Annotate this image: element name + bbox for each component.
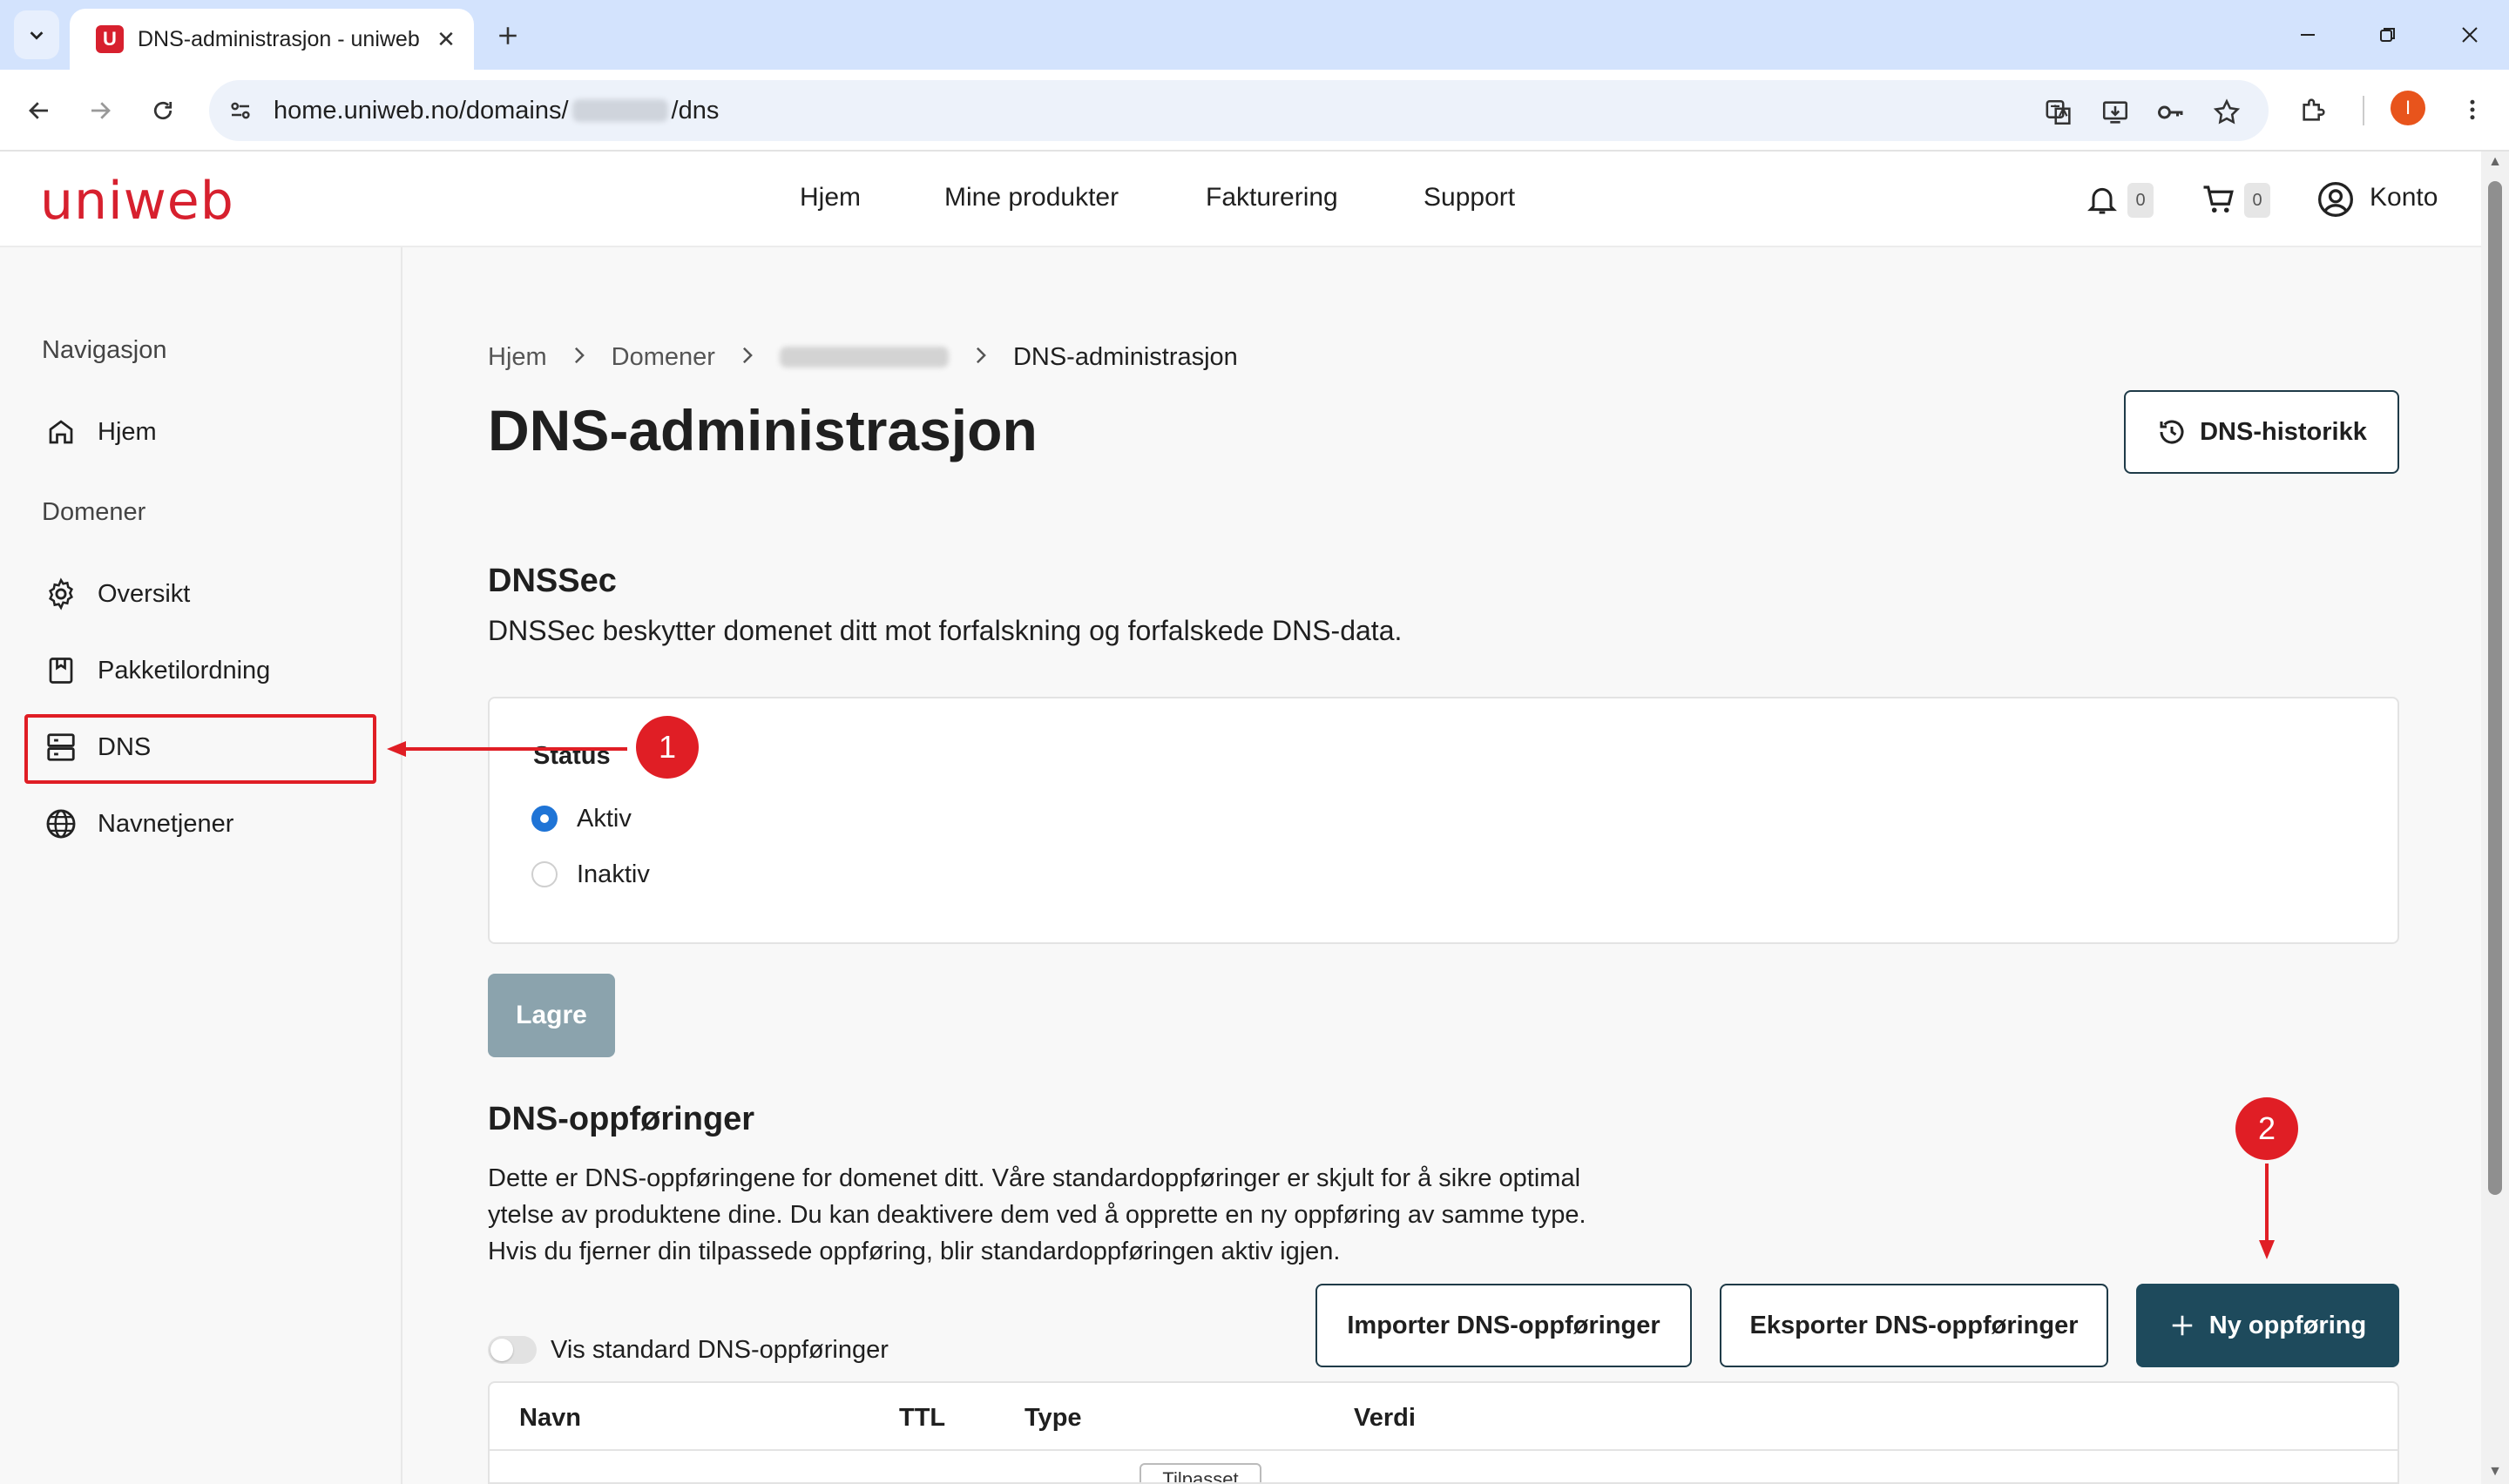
annotation-arrow-1-head <box>387 741 406 757</box>
annotation-marker-2: 2 <box>2235 1097 2298 1160</box>
annotation-arrows <box>387 741 2275 1259</box>
annotation-marker-1: 1 <box>636 716 699 779</box>
annotation-arrow-2-head <box>2259 1240 2275 1259</box>
